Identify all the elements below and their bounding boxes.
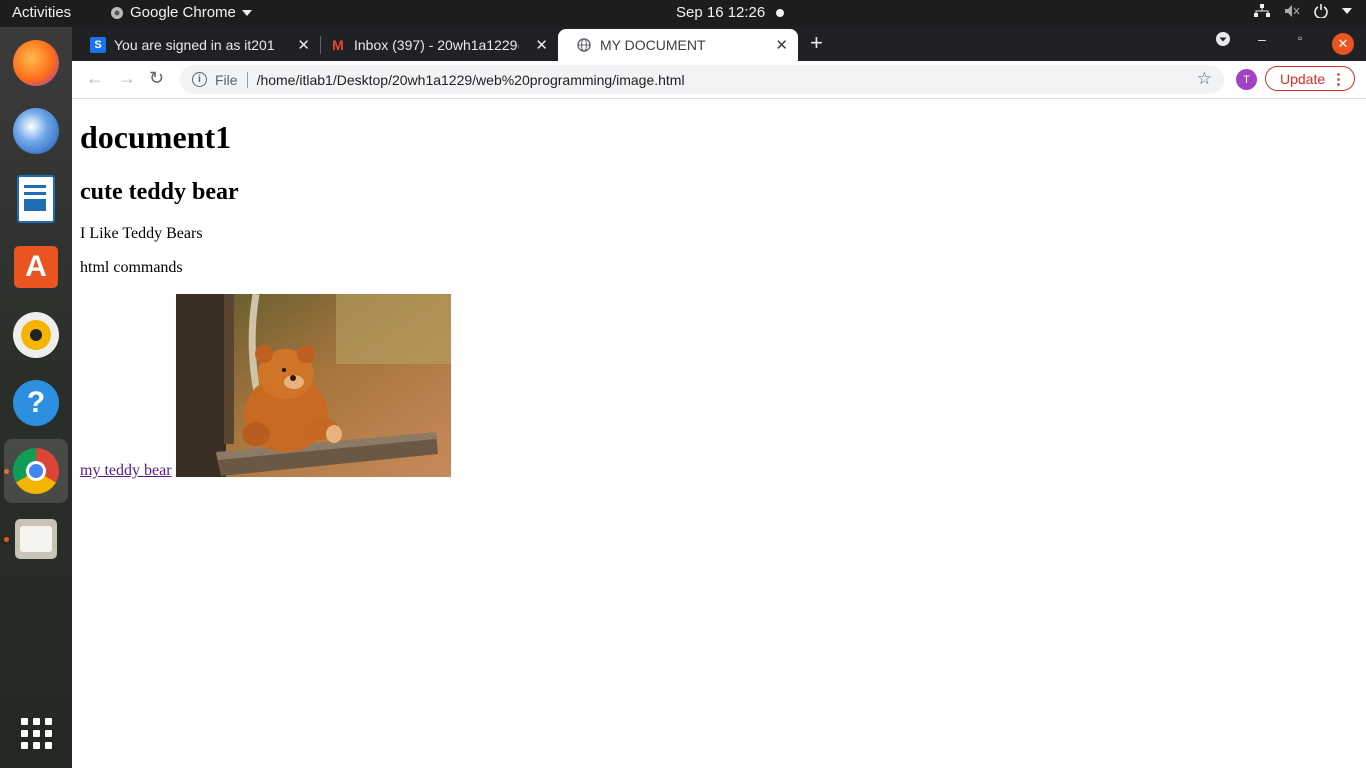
dock-writer[interactable] [4,167,68,231]
browser-toolbar: ← → ↻ i File /home/itlab1/Desktop/20wh1a… [72,61,1366,99]
omnibox-divider [246,71,248,88]
dock-firefox[interactable] [4,31,68,95]
gmail-icon: M [332,37,344,53]
dock-chrome[interactable] [4,439,68,503]
update-label: Update [1280,70,1326,87]
tab-my-document[interactable]: MY DOCUMENT ✕ [558,29,798,61]
tab-signed-in[interactable]: S You are signed in as it201 ✕ [72,29,320,61]
update-button[interactable]: Update ⋮ [1265,66,1355,91]
dock-show-apps[interactable] [4,701,68,765]
site-info-icon[interactable]: i [192,72,207,87]
activities-button[interactable]: Activities [12,4,71,21]
software-center-icon: A [14,246,58,288]
dock-thunderbird[interactable] [4,99,68,163]
forward-arrow-icon[interactable]: → [118,68,136,89]
new-tab-plus-icon[interactable]: + [810,30,823,56]
dock-software[interactable]: A [4,235,68,299]
firefox-icon [13,40,59,86]
close-window-icon[interactable]: ✕ [1332,33,1354,55]
notification-dot-icon [776,9,784,17]
close-tab-icon[interactable]: ✕ [775,36,788,54]
restore-icon[interactable]: ▫ [1298,31,1302,45]
url-text[interactable]: /home/itlab1/Desktop/20wh1a1229/web%20pr… [257,72,685,88]
files-icon [15,519,57,559]
libreoffice-writer-icon [17,175,55,223]
more-vert-icon: ⋮ [1331,71,1346,88]
system-tray[interactable] [1254,4,1352,18]
help-icon: ? [13,380,59,426]
app-menu-label: Google Chrome [130,4,236,21]
tab-search-icon[interactable] [1215,31,1231,50]
paragraph-like-teddy: I Like Teddy Bears [80,225,203,242]
bookmark-star-icon[interactable]: ☆ [1197,69,1212,89]
rhythmbox-icon [13,312,59,358]
paragraph-html-commands: html commands [80,259,183,276]
system-top-bar: Activities Google Chrome Sep 16 12:26 [0,0,1366,27]
thunderbird-icon [13,108,59,154]
page-heading: document1 [80,119,232,155]
app-grid-icon [20,717,52,749]
close-tab-icon[interactable]: ✕ [297,36,310,54]
globe-icon [576,37,592,53]
dock-help[interactable]: ? [4,371,68,435]
teddy-bear-link[interactable]: my teddy bear [80,462,172,480]
dock-rhythmbox[interactable] [4,303,68,367]
teddy-bear-image[interactable] [176,294,451,477]
close-tab-icon[interactable]: ✕ [535,36,548,54]
tab-title: You are signed in as it201 [114,37,275,53]
clock[interactable]: Sep 16 12:26 [676,4,765,21]
reload-icon[interactable]: ↻ [149,68,164,89]
system-menu-chevron-icon [1342,8,1352,14]
minimize-icon[interactable]: – [1258,31,1266,47]
dock-files[interactable] [4,507,68,571]
address-bar[interactable]: i File /home/itlab1/Desktop/20wh1a1229/w… [180,65,1224,94]
volume-muted-icon [1285,5,1300,17]
profile-avatar[interactable]: T [1236,69,1257,90]
chrome-small-icon [111,6,123,19]
back-arrow-icon[interactable]: ← [86,68,104,89]
tab-title: Inbox (397) - 20wh1a1229@ [354,37,519,53]
chevron-down-icon [241,9,252,16]
tab-strip: S You are signed in as it201 ✕ M Inbox (… [72,27,1366,61]
tab-title: MY DOCUMENT [600,37,706,53]
page-content: document1 cute teddy bear I Like Teddy B… [72,99,1366,768]
app-menu[interactable]: Google Chrome [110,4,252,21]
chrome-icon [13,448,59,494]
sharepoint-favicon-icon: S [90,37,106,53]
dock: A ? [0,27,72,768]
url-scheme-label: File [215,71,238,88]
tab-inbox[interactable]: M Inbox (397) - 20wh1a1229@ ✕ [312,29,558,61]
page-subheading: cute teddy bear [80,179,239,205]
power-icon [1314,4,1328,18]
network-icon [1254,4,1270,17]
